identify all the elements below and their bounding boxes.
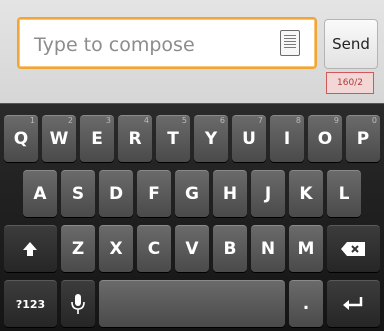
key-label: Z — [71, 239, 85, 259]
key-label: V — [185, 239, 199, 259]
send-button[interactable]: Send — [324, 19, 378, 69]
key-label: E — [91, 129, 103, 149]
key-label: Y — [204, 129, 218, 149]
key-label: O — [317, 129, 333, 149]
key-hint: 8 — [295, 116, 301, 125]
key-e[interactable]: 3 E — [80, 115, 114, 162]
microphone-key[interactable] — [61, 280, 95, 327]
key-label: D — [108, 184, 124, 204]
key-label: I — [283, 129, 291, 149]
key-label: U — [242, 129, 256, 149]
key-label: A — [33, 184, 47, 204]
key-label: T — [167, 129, 179, 149]
enter-icon — [343, 297, 363, 310]
space-key[interactable] — [99, 280, 285, 327]
key-t[interactable]: 5 T — [156, 115, 190, 162]
key-u[interactable]: 7 U — [232, 115, 266, 162]
key-f[interactable]: F — [137, 170, 171, 217]
key-z[interactable]: Z — [61, 225, 95, 272]
key-a[interactable]: A — [23, 170, 57, 217]
key-label: F — [148, 184, 160, 204]
key-label: P — [356, 129, 370, 149]
key-r[interactable]: 4 R — [118, 115, 152, 162]
shift-icon — [23, 242, 37, 256]
period-key[interactable]: . — [289, 280, 323, 327]
microphone-icon — [71, 294, 85, 314]
key-c[interactable]: C — [137, 225, 171, 272]
key-label: K — [299, 184, 313, 204]
key-hint: 3 — [105, 116, 111, 125]
key-hint: 2 — [67, 116, 73, 125]
key-hint: 1 — [29, 116, 35, 125]
key-hint: 6 — [219, 116, 225, 125]
shift-key[interactable] — [4, 225, 57, 272]
enter-key[interactable] — [327, 280, 380, 327]
symbols-key[interactable]: ?123 — [4, 280, 57, 327]
key-hint: 7 — [257, 116, 263, 125]
key-h[interactable]: H — [213, 170, 247, 217]
key-s[interactable]: S — [61, 170, 95, 217]
attach-icon[interactable] — [280, 30, 300, 56]
key-label: M — [297, 239, 315, 259]
key-k[interactable]: K — [289, 170, 323, 217]
key-label: B — [223, 239, 237, 259]
key-j[interactable]: J — [251, 170, 285, 217]
key-label: H — [222, 184, 238, 204]
key-label: Q — [13, 129, 29, 149]
backspace-icon — [341, 242, 365, 256]
char-counter: 160/2 — [326, 72, 374, 94]
compose-placeholder: Type to compose — [34, 34, 195, 56]
key-l[interactable]: L — [327, 170, 361, 217]
key-n[interactable]: N — [251, 225, 285, 272]
key-m[interactable]: M — [289, 225, 323, 272]
key-b[interactable]: B — [213, 225, 247, 272]
key-label: G — [185, 184, 199, 204]
key-o[interactable]: 9 O — [308, 115, 342, 162]
key-hint: 9 — [333, 116, 339, 125]
key-p[interactable]: 0 P — [346, 115, 380, 162]
compose-area: Type to compose Send 160/2 — [0, 0, 384, 103]
key-v[interactable]: V — [175, 225, 209, 272]
key-i[interactable]: 8 I — [270, 115, 304, 162]
key-hint: 4 — [143, 116, 149, 125]
key-label: . — [302, 294, 310, 314]
key-hint: 5 — [181, 116, 187, 125]
key-label: L — [338, 184, 350, 204]
key-w[interactable]: 2 W — [42, 115, 76, 162]
key-label: S — [71, 184, 85, 204]
key-g[interactable]: G — [175, 170, 209, 217]
key-label: R — [128, 129, 142, 149]
key-d[interactable]: D — [99, 170, 133, 217]
soft-keyboard: 1 Q 2 W 3 E 4 R 5 T 6 Y 7 U 8 I 9 O 0 P … — [0, 103, 384, 331]
delete-key[interactable] — [327, 225, 380, 272]
key-hint: 0 — [371, 116, 377, 125]
key-x[interactable]: X — [99, 225, 133, 272]
key-label: C — [147, 239, 161, 259]
key-q[interactable]: 1 Q — [4, 115, 38, 162]
key-label: N — [260, 239, 276, 259]
compose-input[interactable]: Type to compose — [17, 17, 317, 69]
key-y[interactable]: 6 Y — [194, 115, 228, 162]
key-label: J — [264, 184, 272, 204]
key-label: X — [109, 239, 123, 259]
key-label: W — [49, 129, 69, 149]
key-label: ?123 — [15, 298, 46, 311]
